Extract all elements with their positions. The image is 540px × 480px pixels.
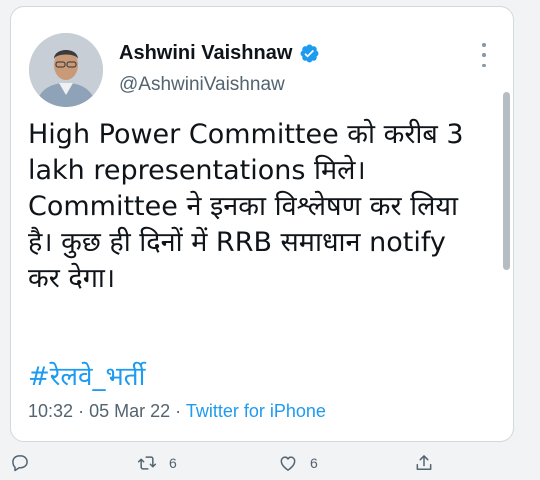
share-button[interactable]	[414, 453, 434, 473]
reply-button[interactable]	[10, 453, 30, 473]
like-button[interactable]: 6	[278, 453, 318, 473]
tweet-actions: 6 6	[0, 446, 540, 480]
meta-separator: ·	[175, 401, 182, 421]
tweet-text-line: Committee ने इनका विश्लेषण कर लिया	[28, 191, 459, 222]
tweet-text-line: High Power Committee को करीब 3	[28, 119, 464, 150]
verified-badge-icon	[300, 44, 319, 63]
tweet-card: Ashwini Vaishnaw @AshwiniVaishnaw High P…	[10, 6, 514, 442]
tweet-meta: 10:32 · 05 Mar 22 · Twitter for iPhone	[28, 401, 326, 422]
tweet-text: High Power Committee को करीब 3 lakh repr…	[28, 117, 498, 297]
tweet-source-link[interactable]: Twitter for iPhone	[186, 401, 326, 421]
retweet-icon	[137, 456, 157, 470]
tweet-date[interactable]: 05 Mar 22	[89, 401, 170, 421]
tweet-text-line: कर देगा।	[28, 263, 116, 294]
tweet-time[interactable]: 10:32	[28, 401, 73, 421]
meta-separator: ·	[78, 401, 85, 421]
tweet-text-line: lakh representations मिले।	[28, 155, 366, 186]
avatar[interactable]	[29, 33, 103, 107]
reply-icon	[12, 455, 28, 472]
like-count: 6	[310, 455, 318, 471]
like-icon	[280, 456, 296, 471]
author-handle[interactable]: @AshwiniVaishnaw	[119, 74, 285, 96]
share-icon	[416, 455, 432, 470]
scrollbar[interactable]	[503, 92, 510, 270]
retweet-count: 6	[169, 455, 177, 471]
more-icon[interactable]	[475, 41, 493, 69]
tweet-text-line: है। कुछ ही दिनों में RRB समाधान notify	[28, 227, 446, 258]
author-name[interactable]: Ashwini Vaishnaw	[119, 42, 320, 65]
retweet-button[interactable]: 6	[137, 453, 177, 473]
author-name-text: Ashwini Vaishnaw	[119, 42, 293, 64]
hashtag-link[interactable]: #रेलवे_भर्ती	[28, 357, 145, 393]
